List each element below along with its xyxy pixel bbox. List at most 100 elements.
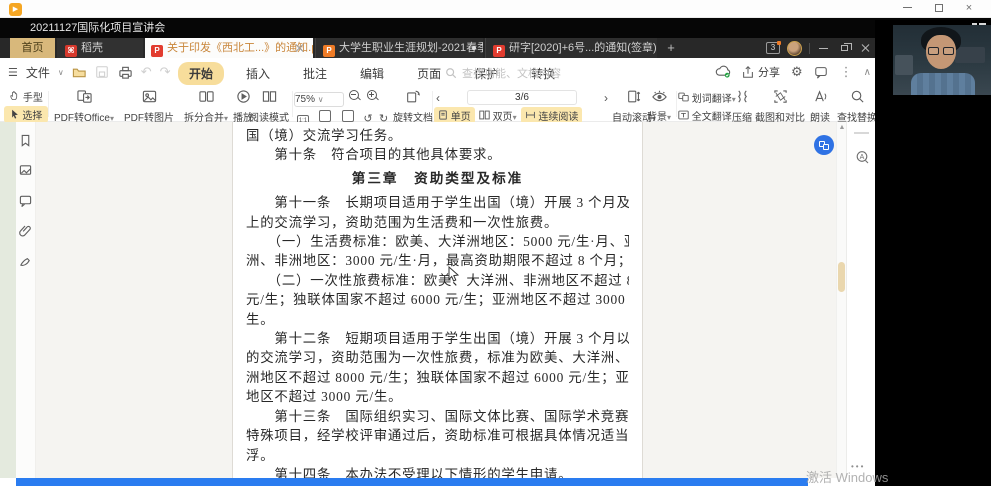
docer-icon: ⌘ [65,45,77,57]
file-menu[interactable]: 文件 [26,64,50,81]
app-minimize-icon[interactable] [817,41,831,55]
scrollbar-thumb[interactable] [838,262,845,292]
prev-page-icon[interactable]: ‹ [436,91,440,105]
os-close-icon[interactable]: × [955,0,983,18]
feedback-icon[interactable] [814,65,829,80]
word-translate-icon [678,92,689,102]
text-search-icon[interactable]: A [855,150,870,165]
message-badge[interactable]: 3 [766,42,780,54]
doc-text-line: 洲地区不超过 8000 元/生；独联体国家不超过 6000 元/生；亚洲 [246,368,629,387]
settings-gear-icon[interactable]: ⚙ [791,64,803,80]
doc-text-line: （一）生活费标准：欧美、大洋洲地区：5000 元/生·月、亚 [246,232,629,251]
tab-close-icon[interactable] [295,43,305,53]
save-icon[interactable] [95,65,110,80]
fit-width-icon[interactable] [319,110,331,122]
compress-icon [735,89,750,104]
open-folder-icon[interactable] [72,65,87,80]
doc-text-line: 的交流学习，资助范围为一次性旅费，标准为欧美、大洋洲、非 [246,348,629,367]
read-mode-icon [261,89,278,104]
tab-document-3[interactable]: P研字[2020]+6号...的通知(签章).pdf [485,38,657,58]
doc-text-line: 浮。 [246,446,629,465]
vertical-scrollbar[interactable]: ▲ [836,122,846,478]
search-box[interactable]: 查找功能、文档内容 [445,65,561,81]
pdf-file-icon: P [493,45,505,57]
auto-scroll-icon [626,89,642,104]
screenshot-compare-button[interactable]: 截图和对比 [754,89,806,124]
right-side-panel: A [846,122,875,478]
tab-bar: 首页 ⌘稻壳 P关于印发《西北工...》的通知.pdf P大学生职业生涯规划-2… [0,38,991,58]
share-title-bar: 20211127国际化项目宣讲会 [0,18,991,38]
page-indicator[interactable]: 3/6 [467,90,577,105]
redo-icon[interactable]: ↷ [160,64,171,80]
panel-handle-icon[interactable] [854,132,869,134]
doc-text-line: 国（境）交流学习任务。 [246,126,629,145]
background-eye-icon [651,89,668,103]
background-furniture [895,55,913,75]
hand-icon [9,90,20,101]
pdf-to-office-button[interactable]: PDF转Office▾ [50,89,118,124]
attachment-icon[interactable] [19,224,33,238]
app-restore-icon[interactable] [838,41,852,55]
toolbar: 手型 选择 PDF转Office▾ PDF转图片 拆分合并▾ 播放 阅读模式 [0,86,991,122]
hand-tool[interactable]: 手型 选择 [4,89,48,123]
doc-text-line: 生。 [246,310,629,329]
read-mode-button[interactable]: 阅读模式 [246,89,292,124]
avatar[interactable] [787,41,802,56]
os-maximize-icon[interactable] [925,0,953,18]
menu-annotate[interactable]: 批注 [292,62,338,85]
share-icon [741,65,755,79]
share-title: 20211127国际化项目宣讲会 [30,22,165,34]
fit-page-icon[interactable] [342,110,354,122]
bookmark-icon[interactable] [19,134,33,148]
single-page-icon [438,110,448,120]
full-translate-icon [678,110,689,120]
background-button[interactable]: 背景▾ [644,89,674,123]
doc-text-line: 洲、非洲地区：3000 元/生·月，最高资助期限不超过 8 个月； [246,251,629,270]
hamburger-icon[interactable]: ☰ [8,66,18,79]
os-minimize-icon[interactable] [893,0,921,18]
new-tab-button[interactable]: + [663,38,679,58]
translate-fab-button[interactable] [814,135,834,155]
left-tool-strip [16,122,36,478]
tab-document-2[interactable]: P大学生职业生涯规划-2021春季学期 [315,38,483,58]
doc-text-line: 第十一条 长期项目适用于学生出国（境）开展 3 个月及以 [246,193,629,212]
cloud-sync-icon[interactable] [715,65,730,80]
comment-icon[interactable] [19,194,33,208]
pdf-file-icon: P [151,45,163,57]
screenshot-compare-icon [773,89,788,104]
print-icon[interactable] [118,65,133,80]
image-note-icon[interactable] [19,164,33,178]
app-close-icon[interactable] [859,41,873,55]
pdf-to-image-button[interactable]: PDF转图片 [120,89,178,124]
webcam-video[interactable] [893,25,991,95]
menu-bar: ☰ 文件 ∨ ↶ ↷ ▽ 开始 插入 批注 编辑 页面 保护 转换 [0,58,991,86]
menu-start[interactable]: 开始 [178,62,224,85]
menu-edit[interactable]: 编辑 [349,62,395,85]
signature-stamp-icon[interactable] [19,254,33,268]
tab-home[interactable]: 首页 [10,38,55,58]
more-icon[interactable]: ⋮ [840,64,853,80]
menu-insert[interactable]: 插入 [235,62,281,85]
desktop-edge-strip [0,122,16,478]
file-menu-dropdown-icon[interactable]: ∨ [58,68,64,77]
select-tool[interactable]: 选择 [4,106,48,123]
recorder-app-icon[interactable]: ▶ [9,3,22,16]
os-titlebar: ▶ × [0,0,991,18]
continuous-read-icon [525,110,536,120]
undo-icon[interactable]: ↶ [141,64,152,80]
compress-button[interactable]: 压缩 [728,89,756,124]
pdf-page[interactable]: 国（境）交流学习任务。 第十条 符合项目的其他具体要求。第三章 资助类型及标准 … [232,122,643,478]
rotate-doc-button[interactable]: 旋转文档 [392,89,434,124]
zoom-out-icon[interactable] [348,89,361,102]
zoom-in-icon[interactable] [366,89,379,102]
doc-text-line: （二）一次性旅费标准：欧美、大洋洲、非洲地区不超过 8000 [246,271,629,290]
zoom-select[interactable]: 75% ∨ [294,92,344,107]
tab-docer[interactable]: ⌘稻壳 [57,38,143,58]
pdf-to-office-icon [76,89,93,104]
read-aloud-button[interactable]: 朗读 [806,89,834,124]
share-button[interactable]: 分享 [741,64,780,80]
tab-document-active[interactable]: P关于印发《西北工...》的通知.pdf [145,38,313,58]
collapse-ribbon-icon[interactable]: ∧ [864,67,871,78]
person-glasses [928,47,954,56]
find-replace-button[interactable]: 查找替换 [834,89,880,124]
